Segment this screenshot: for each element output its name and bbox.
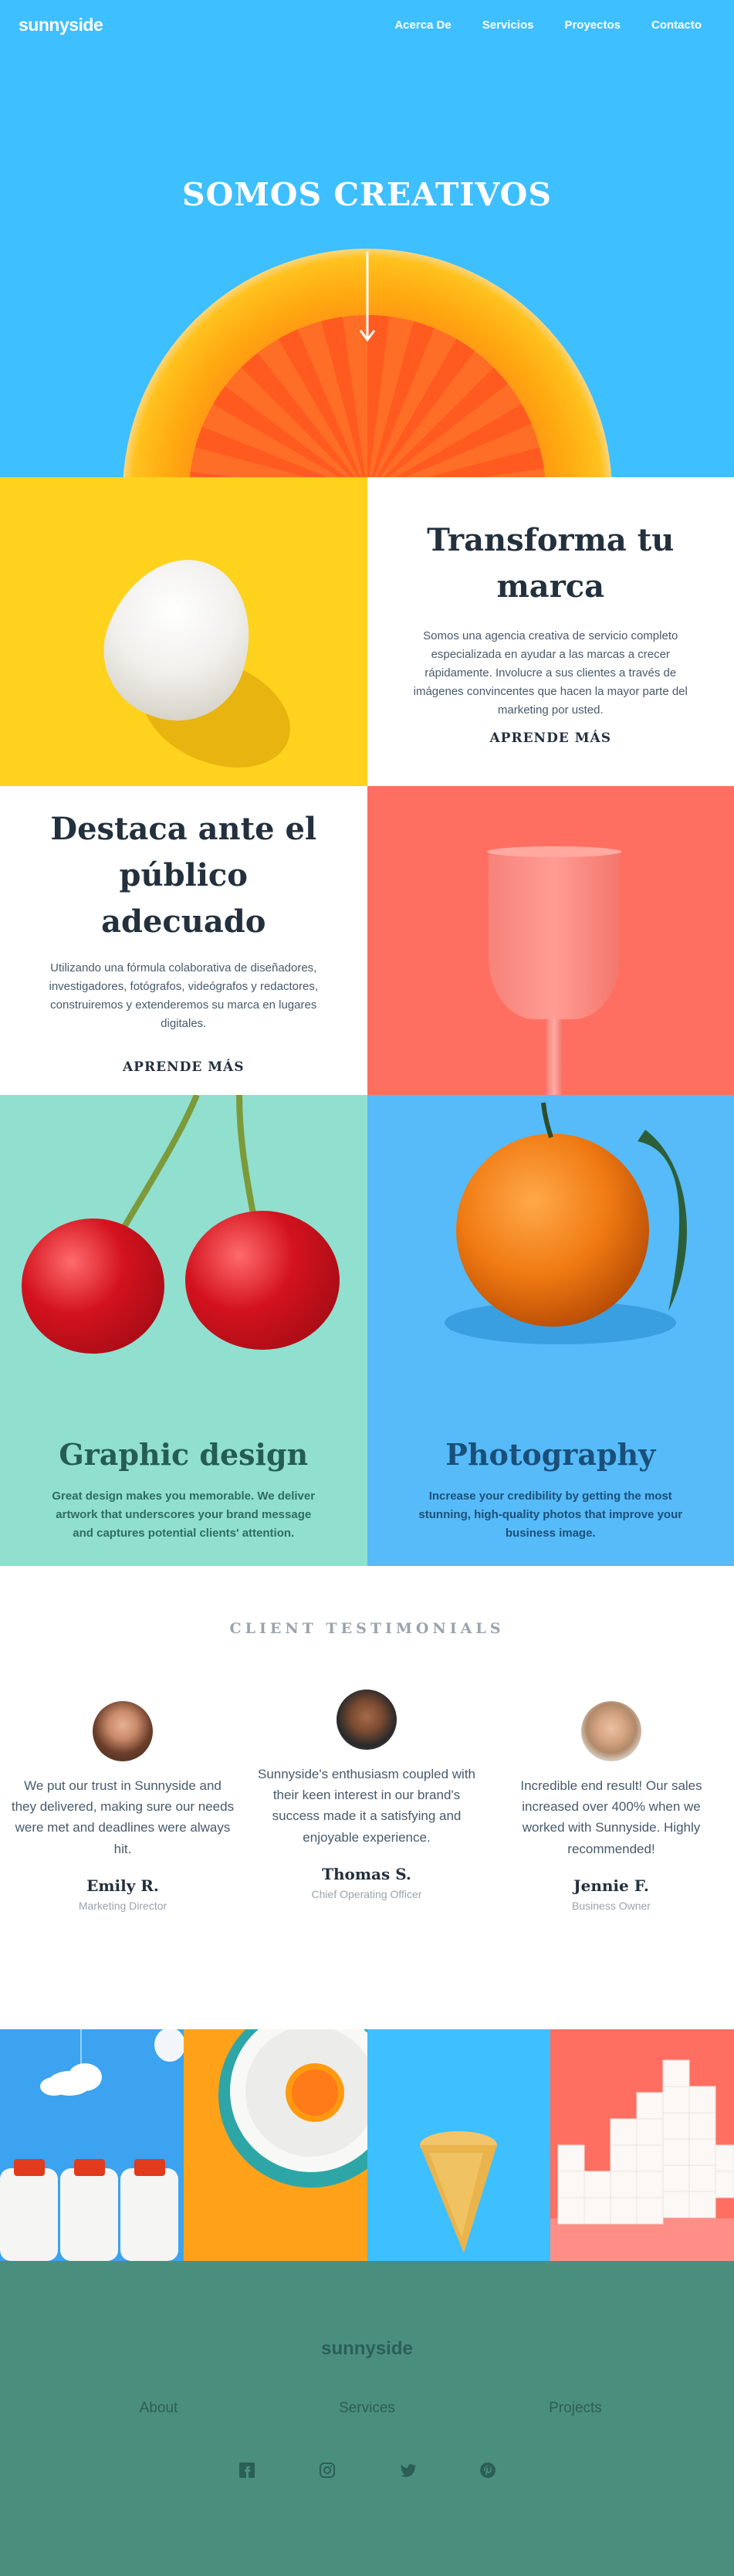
arrow-down-icon[interactable]	[360, 252, 375, 343]
graphic-design-card: Graphic design Great design makes you me…	[0, 1095, 367, 1566]
footer: sunnyside About Services Projects	[0, 2261, 734, 2576]
standout-text-block: Destaca ante el público adecuado Utiliza…	[0, 786, 367, 1095]
gallery-ice-cream-cone-image	[367, 2029, 551, 2261]
testimonial-card: Sunnyside's enthusiasm coupled with thei…	[255, 1690, 479, 1900]
features-row: Graphic design Great design makes you me…	[0, 1095, 734, 1566]
testimonial-role: Business Owner	[572, 1899, 651, 1912]
transform-title: Transforma tu marca	[427, 522, 675, 605]
testimonials-section: CLIENT TESTIMONIALS We put our trust in …	[0, 1566, 734, 2029]
testimonial-card: Incredible end result! Our sales increas…	[499, 1701, 723, 1912]
orange-plate-illustration	[218, 2029, 367, 2188]
logo[interactable]: sunnyside	[19, 15, 103, 36]
graphic-design-body: Great design makes you memorable. We del…	[52, 1490, 316, 1540]
footer-link-projects[interactable]: Projects	[472, 2400, 680, 2417]
photography-body: Increase your credibility by getting the…	[418, 1490, 683, 1540]
testimonial-role: Marketing Director	[78, 1899, 167, 1912]
cone-illustration	[419, 2131, 497, 2253]
graphic-design-text: Graphic design Great design makes you me…	[46, 1437, 321, 1543]
footer-link-services[interactable]: Services	[263, 2400, 472, 2417]
facebook-icon[interactable]	[238, 2462, 255, 2479]
nav-link-servicios[interactable]: Servicios	[482, 19, 534, 32]
gallery-sugar-cubes-image	[550, 2029, 734, 2261]
gallery-milk-bottles-image	[0, 2029, 184, 2261]
testimonial-quote: Incredible end result! Our sales increas…	[520, 1778, 702, 1856]
testimonial-name: Thomas S.	[322, 1864, 411, 1883]
transform-row: Transforma tu marca Somos una agencia cr…	[0, 477, 734, 786]
glass-image	[367, 786, 734, 1095]
sugar-cubes-illustration	[550, 2059, 734, 2261]
gallery-section	[0, 2029, 734, 2261]
egg-image	[0, 477, 367, 786]
testimonial-card: We put our trust in Sunnyside and they d…	[11, 1701, 235, 1912]
transform-body: Somos una agencia creativa de servicio c…	[413, 629, 688, 717]
nav-link-proyectos[interactable]: Proyectos	[564, 19, 621, 32]
photography-title: Photography	[445, 1437, 656, 1472]
glass-cup	[488, 849, 620, 1019]
nav-link-contacto[interactable]: Contacto	[651, 19, 702, 32]
photography-text: Photography Increase your credibility by…	[414, 1437, 688, 1543]
photography-card: Photography Increase your credibility by…	[367, 1095, 734, 1566]
standout-row: Destaca ante el público adecuado Utiliza…	[0, 786, 734, 1095]
standout-body: Utilizando una fórmula colaborativa de d…	[49, 961, 319, 1030]
milk-bottles-illustration	[0, 2029, 184, 2261]
nav-link-acerca-de[interactable]: Acerca De	[394, 19, 451, 32]
hero-section: sunnyside Acerca De Servicios Proyectos …	[0, 0, 734, 477]
nav-links: Acerca De Servicios Proyectos Contacto	[394, 19, 702, 32]
footer-links: About Services Projects	[0, 2400, 734, 2417]
transform-text-block: Transforma tu marca Somos una agencia cr…	[367, 477, 734, 786]
transform-learn-more-link[interactable]: APRENDE MÁS	[489, 730, 611, 746]
instagram-icon[interactable]	[319, 2462, 336, 2479]
pinterest-icon[interactable]	[479, 2462, 496, 2479]
footer-logo[interactable]: sunnyside	[0, 2338, 734, 2360]
glass-rim	[486, 846, 621, 857]
avatar-thomas	[337, 1690, 397, 1750]
cherry-left	[22, 1219, 164, 1354]
testimonial-quote: Sunnyside's enthusiasm coupled with thei…	[257, 1767, 476, 1845]
testimonial-name: Jennie F.	[573, 1876, 649, 1895]
avatar-emily	[93, 1701, 153, 1761]
glass-stem	[546, 1015, 562, 1095]
orange-fruit-image	[444, 1102, 687, 1344]
testimonial-name: Emily R.	[86, 1876, 159, 1895]
gallery-orange-plate-image	[183, 2029, 367, 2261]
cherry-right	[185, 1211, 340, 1350]
testimonials-heading: CLIENT TESTIMONIALS	[229, 1620, 505, 1637]
testimonial-quote: We put our trust in Sunnyside and they d…	[11, 1778, 235, 1856]
testimonial-role: Chief Operating Officer	[311, 1887, 422, 1900]
avatar-jennie	[581, 1701, 641, 1761]
top-nav: sunnyside Acerca De Servicios Proyectos …	[0, 0, 734, 49]
footer-link-about[interactable]: About	[55, 2400, 263, 2417]
standout-title: Destaca ante el público adecuado	[50, 811, 317, 940]
graphic-design-title: Graphic design	[59, 1437, 309, 1472]
hero-title: SOMOS CREATIVOS	[182, 176, 552, 213]
twitter-icon[interactable]	[399, 2462, 417, 2479]
footer-social-links	[0, 2462, 734, 2479]
standout-learn-more-link[interactable]: APRENDE MÁS	[123, 1059, 245, 1075]
